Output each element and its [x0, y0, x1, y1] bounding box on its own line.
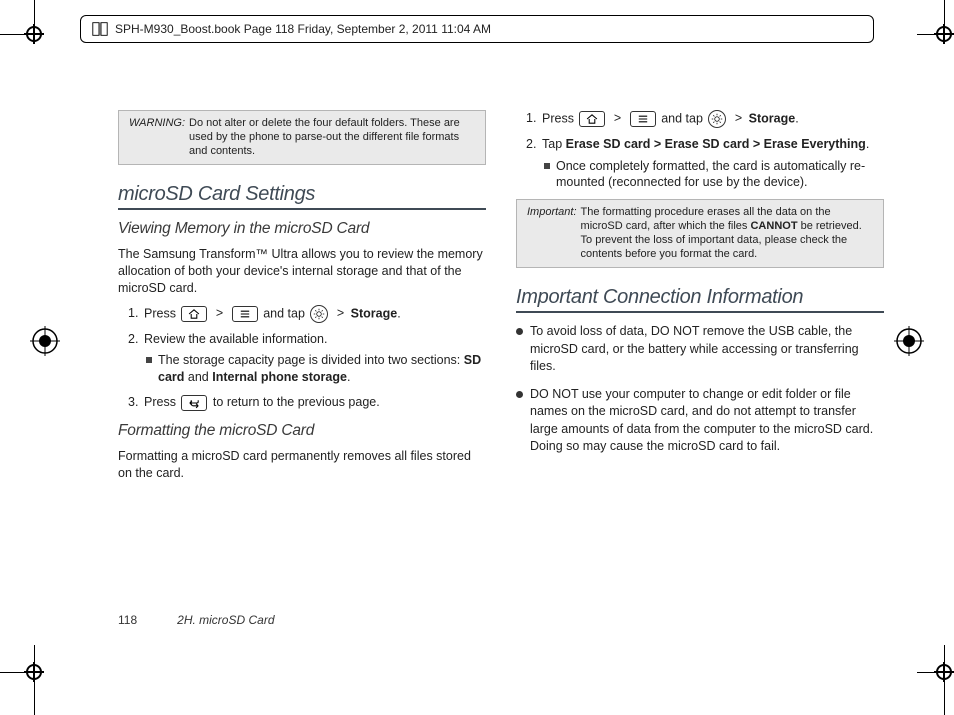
bullet-item: To avoid loss of data, DO NOT remove the… [516, 323, 884, 376]
chevron: > [735, 111, 742, 125]
subsection-title: Formatting the microSD Card [118, 422, 486, 440]
step-text: Press [144, 306, 179, 320]
steps-list: 1. Press > and tap > Storage. 2. Tap Era… [516, 110, 884, 191]
menu-key-icon [630, 111, 656, 127]
step: 1. Press > and tap > Storage. [526, 110, 884, 128]
menu-path: Storage [749, 111, 796, 125]
chevron: > [216, 306, 223, 320]
step-text: to return to the previous page. [213, 395, 380, 409]
body-text: The Samsung Transform™ Ultra allows you … [118, 246, 486, 297]
warning-label: WARNING: [129, 117, 185, 158]
back-key-icon [181, 395, 207, 411]
step: 2. Review the available information. The… [128, 331, 486, 386]
step-text: Review the available information. [144, 332, 327, 346]
bullet-item: DO NOT use your computer to change or ed… [516, 386, 884, 456]
settings-key-icon [708, 110, 726, 128]
menu-path: Erase SD card > Erase SD card > Erase Ev… [566, 137, 866, 151]
steps-list: 1. Press > and tap > Storage. 2. Review … [118, 305, 486, 412]
chapter-label: 2H. microSD Card [177, 613, 274, 627]
section-title: Important Connection Information [516, 286, 884, 309]
step-text: Tap [542, 137, 566, 151]
section-rule [118, 208, 486, 210]
registration-mark [894, 326, 924, 356]
section-title: microSD Card Settings [118, 183, 486, 206]
step-number: 1. [128, 305, 138, 323]
step-text: and tap [263, 306, 308, 320]
body-text: Formatting a microSD card permanently re… [118, 448, 486, 482]
home-key-icon [579, 111, 605, 127]
step: 3. Press to return to the previous page. [128, 394, 486, 412]
left-column: WARNING: Do not alter or delete the four… [118, 110, 486, 592]
page-number: 118 [118, 613, 137, 627]
bullet-list: To avoid loss of data, DO NOT remove the… [516, 323, 884, 456]
chevron: > [614, 111, 621, 125]
content-area: WARNING: Do not alter or delete the four… [118, 110, 884, 592]
section-rule [516, 311, 884, 313]
settings-key-icon [310, 305, 328, 323]
menu-key-icon [232, 306, 258, 322]
page-footer: 118 2H. microSD Card [118, 613, 275, 627]
warning-text: Do not alter or delete the four default … [189, 117, 475, 158]
step-number: 1. [526, 110, 536, 128]
subsection-title: Viewing Memory in the microSD Card [118, 220, 486, 238]
page-header: SPH-M930_Boost.book Page 118 Friday, Sep… [80, 15, 874, 43]
header-text: SPH-M930_Boost.book Page 118 Friday, Sep… [115, 22, 491, 36]
registration-mark [30, 326, 60, 356]
important-text: The formatting procedure erases all the … [581, 206, 873, 261]
book-icon [91, 20, 109, 38]
right-column: 1. Press > and tap > Storage. 2. Tap Era… [516, 110, 884, 592]
chevron: > [337, 306, 344, 320]
home-key-icon [181, 306, 207, 322]
sub-bullet: Once completely formatted, the card is a… [542, 158, 884, 192]
step-number: 2. [128, 331, 138, 349]
menu-path: Storage [351, 306, 398, 320]
step: 1. Press > and tap > Storage. [128, 305, 486, 323]
warning-box: WARNING: Do not alter or delete the four… [118, 110, 486, 165]
step-text: Press [542, 111, 577, 125]
step-text: Press [144, 395, 179, 409]
important-box: Important: The formatting procedure eras… [516, 199, 884, 268]
step: 2. Tap Erase SD card > Erase SD card > E… [526, 136, 884, 191]
sub-bullet: The storage capacity page is divided int… [144, 352, 486, 386]
step-text: and tap [661, 111, 706, 125]
important-label: Important: [527, 206, 577, 261]
step-number: 3. [128, 394, 138, 412]
step-number: 2. [526, 136, 536, 154]
